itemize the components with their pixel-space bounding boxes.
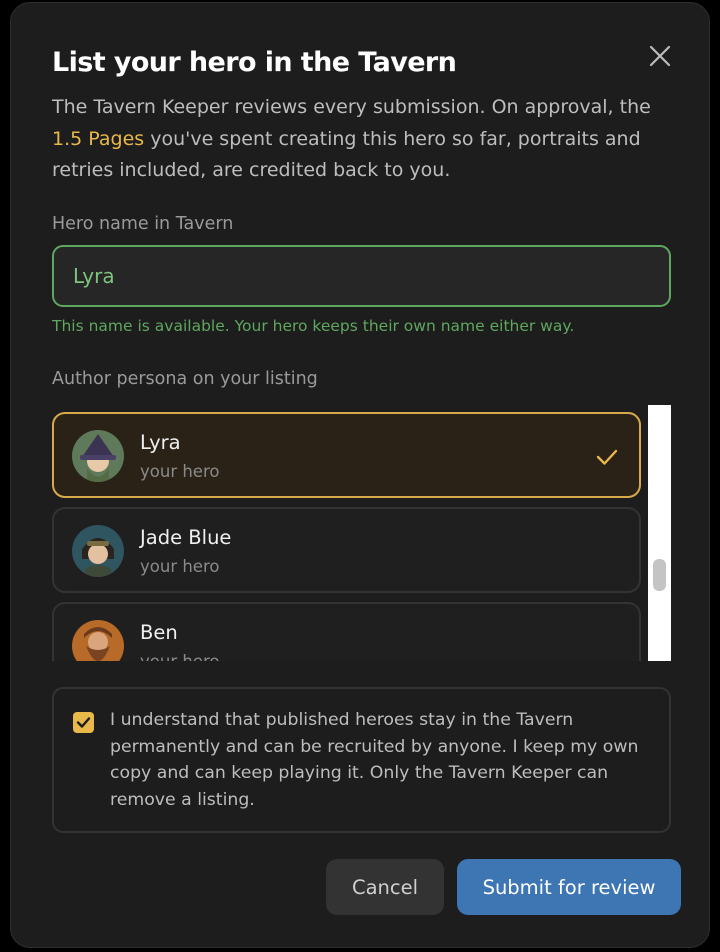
persona-list: Lyra your hero Jade Blue your hero Ben: [52, 405, 671, 661]
persona-name: Jade Blue: [140, 526, 232, 549]
dialog-intro: The Tavern Keeper reviews every submissi…: [52, 92, 682, 187]
persona-option-jade-blue[interactable]: Jade Blue your hero: [52, 507, 641, 593]
persona-name: Ben: [140, 621, 178, 644]
name-available-hint: This name is available. Your hero keeps …: [52, 317, 575, 335]
consent-text: I understand that published heroes stay …: [110, 710, 639, 810]
cancel-button[interactable]: Cancel: [326, 859, 444, 915]
persona-scrollbar[interactable]: [648, 405, 671, 661]
submit-for-review-button[interactable]: Submit for review: [457, 859, 681, 915]
avatar: [72, 620, 124, 661]
author-persona-label: Author persona on your listing: [52, 369, 318, 389]
avatar: [72, 525, 124, 577]
persona-subtitle: your hero: [140, 652, 219, 661]
persona-option-ben[interactable]: Ben your hero: [52, 602, 641, 661]
consent-box: I understand that published heroes stay …: [52, 687, 671, 833]
consent-checkbox[interactable]: [73, 712, 94, 733]
hero-name-label: Hero name in Tavern: [52, 214, 234, 234]
checkmark-icon: [596, 449, 618, 465]
close-button[interactable]: [645, 41, 675, 71]
persona-subtitle: your hero: [140, 557, 220, 576]
dialog-title: List your hero in the Tavern: [52, 47, 457, 78]
persona-subtitle: your hero: [140, 462, 220, 481]
intro-text-before: The Tavern Keeper reviews every submissi…: [52, 96, 651, 118]
close-icon: [649, 45, 671, 67]
persona-option-lyra[interactable]: Lyra your hero: [52, 412, 641, 498]
persona-name: Lyra: [140, 431, 181, 454]
pages-credit-highlight: 1.5 Pages: [52, 127, 145, 150]
hero-name-input[interactable]: [52, 245, 671, 307]
publish-dialog: List your hero in the Tavern The Tavern …: [10, 2, 710, 948]
checkbox-checked-icon: [76, 717, 91, 728]
avatar: [72, 430, 124, 482]
scrollbar-thumb[interactable]: [653, 559, 666, 591]
